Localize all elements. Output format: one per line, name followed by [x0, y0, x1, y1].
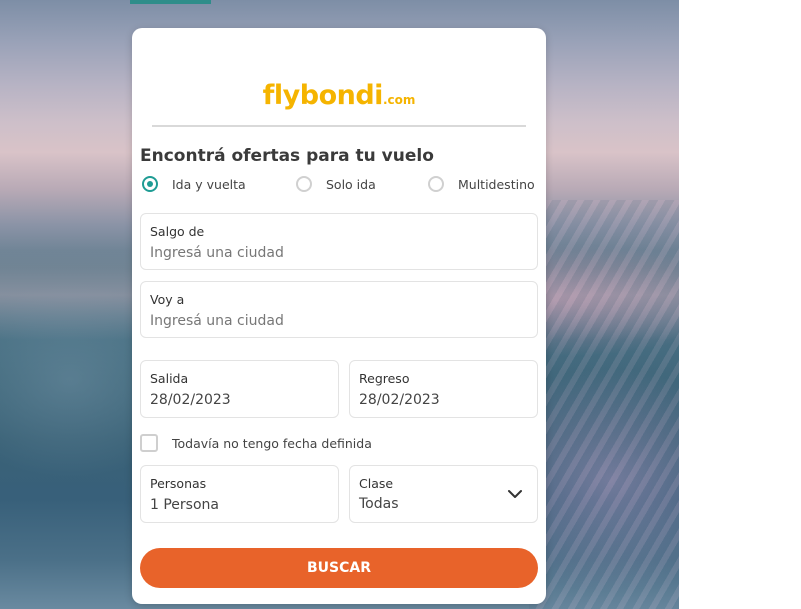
origin-field[interactable]: Salgo de Ingresá una ciudad [140, 213, 538, 270]
radio-roundtrip[interactable] [142, 176, 158, 192]
departure-date-value[interactable]: 28/02/2023 [150, 392, 231, 408]
trip-type-oneway[interactable]: Solo ida [296, 176, 376, 192]
departure-label: Salida [150, 371, 189, 386]
radio-multidestination[interactable] [428, 176, 444, 192]
cabin-class-label: Clase [359, 476, 394, 491]
chevron-down-icon[interactable] [507, 486, 523, 502]
trip-type-roundtrip[interactable]: Ida y vuelta [142, 176, 246, 192]
background-mountains [529, 200, 679, 609]
departure-date-field[interactable]: Salida 28/02/2023 [140, 360, 339, 418]
cabin-class-value[interactable]: Todas [359, 496, 399, 512]
cabin-class-select[interactable]: Clase Todas [349, 465, 538, 523]
search-button[interactable]: BUSCAR [140, 548, 538, 588]
return-label: Regreso [359, 371, 410, 386]
no-date-label: Todavía no tengo fecha definida [172, 435, 372, 451]
logo-suffix: .com [382, 93, 416, 107]
trip-type-multidestination[interactable]: Multidestino [428, 176, 535, 192]
destination-field[interactable]: Voy a Ingresá una ciudad [140, 281, 538, 338]
logo-name: flybondi [262, 80, 384, 111]
return-date-value[interactable]: 28/02/2023 [359, 392, 440, 408]
return-date-field[interactable]: Regreso 28/02/2023 [349, 360, 538, 418]
destination-input[interactable]: Ingresá una ciudad [150, 313, 284, 329]
no-date-option[interactable]: Todavía no tengo fecha definida [140, 434, 372, 452]
trip-type-label: Multidestino [458, 176, 535, 192]
radio-oneway[interactable] [296, 176, 312, 192]
trip-type-label: Ida y vuelta [172, 176, 246, 192]
origin-input[interactable]: Ingresá una ciudad [150, 245, 284, 261]
active-tab-indicator [130, 0, 211, 4]
passengers-label: Personas [150, 476, 207, 491]
origin-label: Salgo de [150, 224, 205, 239]
no-date-checkbox[interactable] [140, 434, 158, 452]
passengers-value[interactable]: 1 Persona [150, 497, 219, 513]
flybondi-logo: flybondi.com [132, 80, 546, 111]
form-heading: Encontrá ofertas para tu vuelo [140, 146, 434, 166]
logo-divider [152, 125, 526, 127]
passengers-field[interactable]: Personas 1 Persona [140, 465, 339, 523]
trip-type-group: Ida y vuelta Solo ida Multidestino [142, 176, 542, 196]
search-card: flybondi.com Encontrá ofertas para tu vu… [132, 28, 546, 604]
destination-label: Voy a [150, 292, 185, 307]
trip-type-label: Solo ida [326, 176, 376, 192]
